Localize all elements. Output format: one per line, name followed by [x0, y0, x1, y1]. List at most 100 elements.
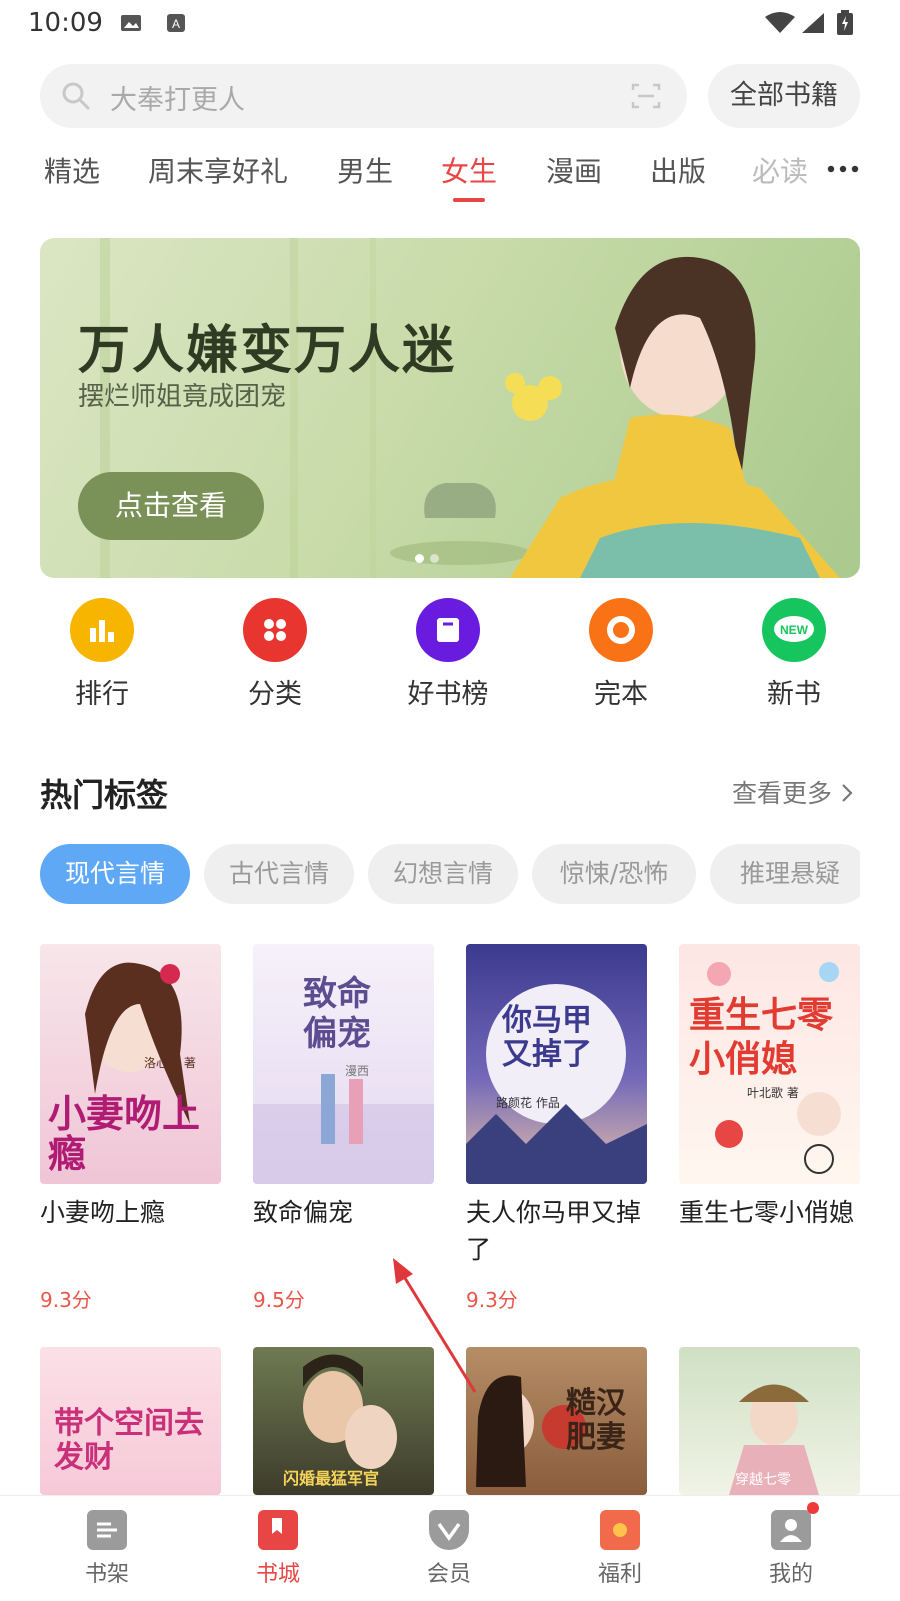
- tab-publishing[interactable]: 出版: [650, 150, 706, 190]
- promo-banner[interactable]: 万人嫌变万人迷 摆烂师姐竟成团宠 点击查看: [40, 238, 860, 578]
- category-tabs: 精选 周末享好礼 男生 女生 漫画 出版 必读: [0, 140, 900, 208]
- book-card[interactable]: 你马甲又掉了 路颜花 作品 夫人你马甲又掉了 9.3分: [466, 944, 647, 1313]
- new-badge-icon: NEW: [762, 598, 826, 662]
- book-title: 夫人你马甲又掉了: [466, 1198, 642, 1264]
- app-notification-icon: A: [167, 14, 185, 32]
- bookmark-box-icon: [416, 598, 480, 662]
- book-cover[interactable]: 穿越七零: [679, 1347, 860, 1495]
- wifi-icon: [765, 12, 795, 33]
- cover-title: 糙汉肥妻: [566, 1386, 626, 1455]
- hot-tags-title: 热门标签: [40, 776, 169, 814]
- battery-icon: [837, 10, 853, 35]
- see-more-label: 查看更多: [732, 779, 833, 808]
- tag-chip-fantasy-romance[interactable]: 幻想言情: [368, 844, 518, 904]
- shortcut-label: 好书榜: [407, 679, 489, 710]
- cover-title: 带个空间去发财: [54, 1406, 204, 1475]
- nav-label: 书城: [255, 1562, 300, 1587]
- bookshelf-icon: [87, 1510, 127, 1550]
- nav-label: 会员: [426, 1562, 471, 1587]
- tab-label: 漫画: [546, 155, 603, 188]
- more-tabs-icon[interactable]: [826, 162, 860, 176]
- book-score: 9.3分: [466, 1288, 518, 1312]
- search-bar[interactable]: 大奉打更人: [40, 64, 687, 128]
- new-badge-text: NEW: [780, 623, 809, 637]
- tab-male[interactable]: 男生: [337, 150, 393, 190]
- tab-weekend-gift[interactable]: 周末享好礼: [148, 150, 288, 190]
- search-placeholder: 大奉打更人: [110, 85, 245, 116]
- scan-icon[interactable]: [631, 82, 661, 110]
- search-icon: [62, 82, 90, 110]
- cover-title: 重生七零小俏媳: [689, 995, 834, 1080]
- chevron-right-icon: [842, 784, 853, 802]
- book-cover[interactable]: 带个空间去发财: [40, 1347, 221, 1495]
- book-title: 重生七零小俏媳: [679, 1198, 855, 1227]
- notification-dot: [807, 1502, 819, 1514]
- shortcut-label: 分类: [248, 679, 302, 710]
- cover-author: 洛心辰 著: [144, 1056, 196, 1070]
- book-cover: 小妻吻上瘾 洛心辰 著: [40, 944, 221, 1184]
- tab-must-read[interactable]: 必读: [752, 150, 814, 190]
- book-cover[interactable]: 糙汉肥妻: [466, 1347, 647, 1495]
- category-icon: [243, 598, 307, 662]
- book-score: 9.5分: [253, 1288, 305, 1312]
- shortcut-category[interactable]: 分类: [215, 598, 335, 711]
- tag-chip-modern-romance[interactable]: 现代言情: [40, 844, 190, 904]
- tab-female[interactable]: 女生: [441, 150, 498, 202]
- tab-label: 女生: [441, 155, 498, 188]
- cover-title: 闪婚最猛军官: [283, 1469, 380, 1488]
- chart-icon: [70, 598, 134, 662]
- book-card[interactable]: 重生七零小俏媳 叶北歌 著 重生七零小俏媳: [679, 944, 860, 1284]
- tab-label: 男生: [337, 155, 394, 188]
- shortcut-label: 新书: [767, 679, 821, 710]
- tag-chip-ancient-romance[interactable]: 古代言情: [204, 844, 354, 904]
- shortcut-ranking[interactable]: 排行: [42, 598, 162, 711]
- banner-pagination: [415, 548, 445, 567]
- all-books-button[interactable]: 全部书籍: [708, 64, 860, 128]
- cover-title: 致命偏宠: [303, 974, 371, 1054]
- banner-title: 万人嫌变万人迷: [78, 321, 457, 381]
- shortcut-new-books[interactable]: NEW 新书: [734, 598, 854, 711]
- cover-author: 漫西: [345, 1064, 370, 1078]
- bookstore-icon: [258, 1510, 298, 1550]
- ring-icon: [589, 598, 653, 662]
- nav-bookstore[interactable]: 书城: [218, 1510, 338, 1588]
- book-title: 致命偏宠: [253, 1198, 354, 1227]
- tag-chip-mystery[interactable]: 推理悬疑: [710, 844, 860, 904]
- book-cover: 重生七零小俏媳 叶北歌 著: [679, 944, 860, 1184]
- shortcut-row: 排行 分类 好书榜 完本 NEW 新书: [0, 598, 900, 718]
- banner-cta-button[interactable]: 点击查看: [78, 472, 264, 540]
- book-title: 小妻吻上瘾: [40, 1198, 166, 1227]
- status-bar: 10:09 A: [0, 0, 900, 50]
- book-card[interactable]: 小妻吻上瘾 洛心辰 著 小妻吻上瘾 9.3分: [40, 944, 221, 1313]
- vip-crown-icon: [429, 1510, 469, 1550]
- tab-comics[interactable]: 漫画: [546, 150, 602, 190]
- svg-text:A: A: [172, 17, 180, 31]
- shortcut-label: 完本: [594, 679, 648, 710]
- cover-title: 你马甲又掉了: [502, 1003, 592, 1072]
- see-more-link[interactable]: 查看更多: [732, 774, 856, 810]
- shortcut-completed[interactable]: 完本: [561, 598, 681, 711]
- active-tab-indicator: [453, 198, 485, 202]
- profile-icon: [771, 1502, 819, 1550]
- book-cover[interactable]: 闪婚最猛军官: [253, 1347, 434, 1495]
- bottom-nav: 书架 书城 会员 福利 我的: [0, 1495, 900, 1601]
- cover-author: 路颜花 作品: [496, 1096, 560, 1110]
- cover-title: 穿越七零: [735, 1472, 791, 1488]
- nav-label: 福利: [597, 1562, 642, 1587]
- shortcut-good-books[interactable]: 好书榜: [388, 598, 508, 711]
- nav-welfare[interactable]: 福利: [560, 1510, 680, 1588]
- banner-dot: [430, 554, 439, 563]
- tab-label: 出版: [650, 155, 707, 188]
- image-notification-icon: [121, 15, 141, 31]
- nav-label: 我的: [768, 1562, 813, 1587]
- book-card[interactable]: 致命偏宠 漫西 致命偏宠 9.5分: [253, 944, 434, 1313]
- nav-vip[interactable]: 会员: [389, 1510, 509, 1588]
- book-cover: 致命偏宠 漫西: [253, 944, 434, 1184]
- nav-profile[interactable]: 我的: [731, 1502, 851, 1588]
- tab-featured[interactable]: 精选: [44, 150, 100, 190]
- nav-label: 书架: [84, 1562, 129, 1587]
- tab-label: 精选: [44, 155, 101, 188]
- nav-bookshelf[interactable]: 书架: [47, 1510, 167, 1588]
- tag-chip-horror[interactable]: 惊悚/恐怖: [532, 844, 696, 904]
- cover-author: 叶北歌 著: [747, 1086, 799, 1100]
